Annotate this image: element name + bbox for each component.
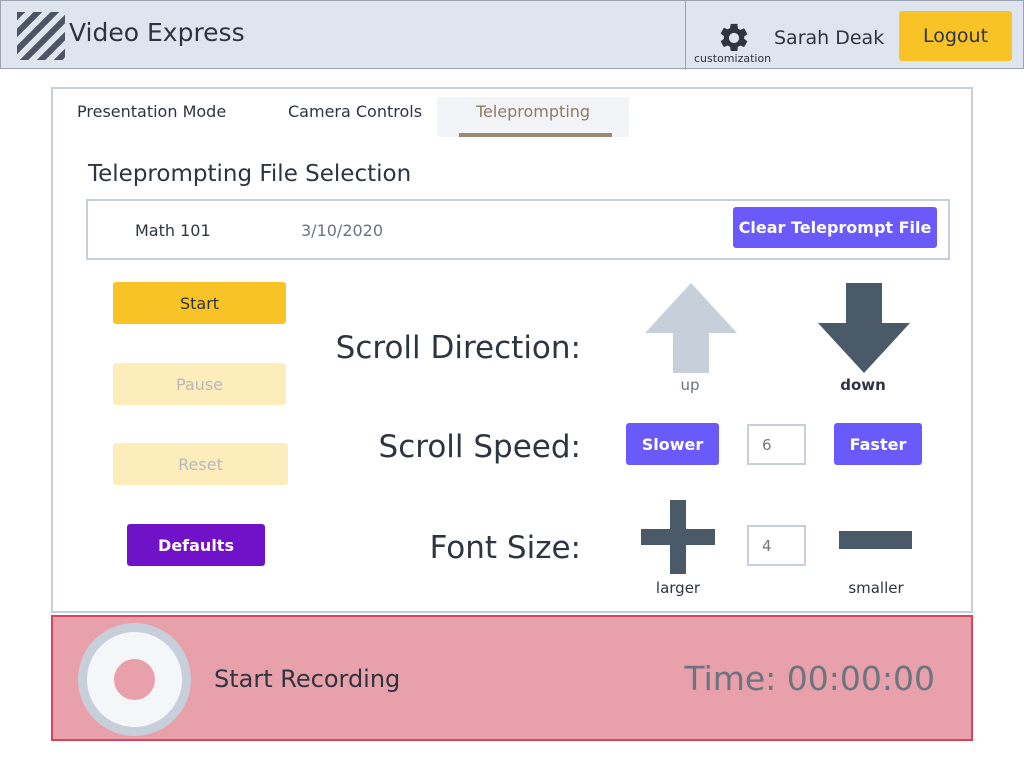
file-selection-title: Teleprompting File Selection <box>88 161 412 187</box>
minus-icon[interactable] <box>839 531 912 549</box>
logout-button[interactable]: Logout <box>899 11 1012 61</box>
faster-button[interactable]: Faster <box>834 423 922 465</box>
reset-button[interactable]: Reset <box>113 443 288 485</box>
tab-presentation-mode[interactable]: Presentation Mode <box>77 97 226 137</box>
scroll-direction-label: Scroll Direction: <box>335 330 581 366</box>
user-name: Sarah Deak <box>774 27 885 49</box>
smaller-label: smaller <box>848 579 904 597</box>
app-header: Video Express customization Sarah Deak L… <box>0 0 1024 70</box>
tab-label: Teleprompting <box>475 102 591 121</box>
scroll-down-label: down <box>840 376 886 394</box>
customization-label[interactable]: customization <box>694 52 771 65</box>
recording-timer: Time: 00:00:00 <box>684 659 935 698</box>
tab-teleprompting[interactable]: Teleprompting <box>437 97 629 137</box>
record-dot-icon <box>114 659 155 700</box>
clear-teleprompt-file-button[interactable]: Clear Teleprompt File <box>733 207 937 248</box>
scroll-speed-input[interactable] <box>747 424 806 465</box>
gear-icon[interactable] <box>717 21 751 55</box>
recording-bar: Start Recording Time: 00:00:00 <box>51 615 973 741</box>
font-size-label: Font Size: <box>429 530 581 566</box>
teleprompting-panel: Presentation Mode Camera Controls Telepr… <box>51 87 973 613</box>
scroll-speed-label: Scroll Speed: <box>378 429 581 465</box>
larger-label: larger <box>655 579 701 597</box>
font-size-input[interactable] <box>747 525 806 566</box>
plus-icon[interactable] <box>641 500 715 574</box>
tab-label: Camera Controls <box>288 102 423 121</box>
start-recording-label: Start Recording <box>214 665 401 693</box>
arrow-up-icon[interactable] <box>645 283 737 373</box>
selected-file-row[interactable]: Math 101 3/10/2020 Clear Teleprompt File <box>86 199 950 260</box>
arrow-down-icon[interactable] <box>818 283 910 373</box>
tab-camera-controls[interactable]: Camera Controls <box>288 97 422 137</box>
tab-label: Presentation Mode <box>77 102 227 121</box>
user-panel: customization Sarah Deak Logout <box>685 1 1024 70</box>
file-date: 3/10/2020 <box>301 221 384 240</box>
start-button[interactable]: Start <box>113 282 286 324</box>
record-button[interactable] <box>78 623 191 736</box>
file-name: Math 101 <box>135 221 211 240</box>
slower-button[interactable]: Slower <box>626 423 719 465</box>
striped-logo-icon <box>17 12 65 60</box>
pause-button[interactable]: Pause <box>113 363 286 405</box>
active-tab-indicator <box>459 133 612 137</box>
app-title: Video Express <box>69 18 245 47</box>
defaults-button[interactable]: Defaults <box>127 524 265 566</box>
scroll-up-label: up <box>680 376 700 394</box>
